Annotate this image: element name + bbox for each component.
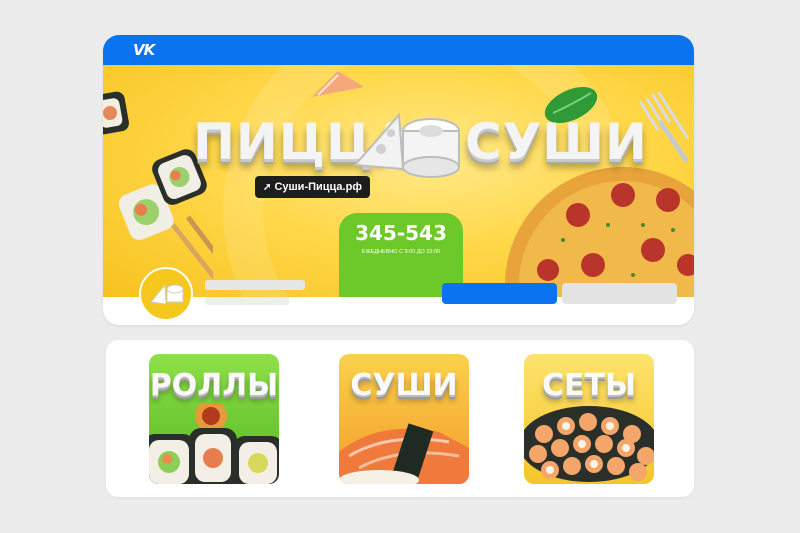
rolls-image (149, 404, 279, 484)
pizza-image (505, 167, 694, 297)
vk-logo-icon[interactable]: VK (133, 41, 155, 59)
community-status-placeholder (205, 297, 289, 305)
category-label-rolls: РОЛЛЫ (149, 368, 279, 403)
working-hours: ЕЖЕДНЕВНО С 9:00 ДО 22:00 (361, 249, 441, 255)
sushi-image (339, 423, 469, 484)
sushi-set-image (524, 406, 654, 482)
cover-banner: ПИЦЦА СУШИ ➚ Суши-Пицца.рф 345-543 ЕЖЕДН… (103, 65, 694, 297)
community-avatar[interactable] (139, 267, 193, 321)
pizza-sushi-logo-icon (150, 283, 184, 305)
category-label-sets: СЕТЫ (541, 368, 637, 403)
vk-top-bar: VK (103, 35, 694, 65)
phone-number: 345-543 (355, 221, 447, 245)
category-label-sushi: СУШИ (350, 368, 458, 403)
rocket-icon: ➚ (263, 182, 272, 193)
website-badge[interactable]: ➚ Суши-Пицца.рф (255, 176, 370, 198)
website-text: Суши-Пицца.рф (274, 181, 362, 193)
categories-card: РОЛЛЫ СУШИ СЕТЫ (106, 340, 694, 497)
category-tile-sets[interactable]: СЕТЫ (524, 354, 654, 484)
community-header-card: VK ПИЦЦА СУШИ ➚ Суши-Пицца.рф 345-543 ЕЖ… (103, 35, 694, 325)
salmon-slice-image (312, 71, 364, 97)
secondary-action-button[interactable] (562, 283, 677, 304)
community-name-placeholder (205, 280, 305, 290)
category-tile-sushi[interactable]: СУШИ (339, 354, 469, 484)
pizza-sushi-emblem-icon (352, 112, 460, 178)
category-tile-rolls[interactable]: РОЛЛЫ (149, 354, 279, 484)
primary-action-button[interactable] (442, 283, 557, 304)
banner-title-sushi: СУШИ (465, 113, 648, 171)
